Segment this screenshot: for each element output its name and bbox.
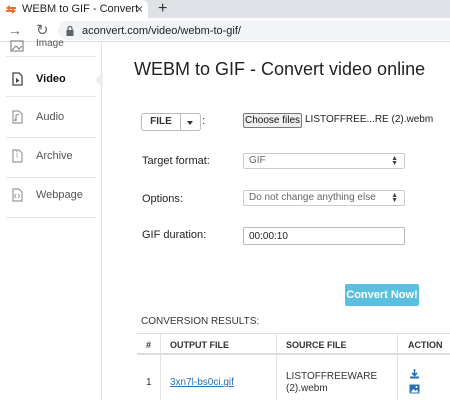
column-divider [397,333,398,400]
select-arrows-icon: ▲ ▼ [391,192,398,204]
select-arrows-icon: ▲ ▼ [391,155,398,167]
video-icon [12,72,23,86]
choose-files-button[interactable]: Choose files [243,113,302,128]
sidebar-item-label: Image [36,38,64,49]
col-header-num: # [146,340,152,350]
download-icon[interactable] [409,368,420,379]
target-format-select[interactable]: GIF ▲ ▼ [243,153,405,169]
browser-tab[interactable]: WEBM to GIF - Convert video online × [0,0,148,18]
col-header-action: ACTION [408,340,443,350]
sidebar-divider [6,56,96,57]
page-title: WEBM to GIF - Convert video online [134,59,426,79]
lock-icon [66,25,74,36]
source-file-line2: (2).webm [286,383,328,394]
gif-duration-label: GIF duration: [142,229,207,241]
reload-icon[interactable]: ↻ [36,21,49,39]
file-source-dropdown-caret[interactable] [181,113,201,131]
column-divider [160,333,161,400]
output-file-link[interactable]: 3xn7l-bs0ci.gif [170,377,234,388]
sidebar: Image Video Audio Archive Webpage [0,38,103,400]
url-field[interactable]: aconvert.com/video/webm-to-gif/ [58,21,450,40]
gif-duration-input[interactable] [243,227,405,245]
tab-close-icon[interactable]: × [136,2,143,16]
sidebar-item-archive[interactable]: Archive [0,143,102,171]
col-header-output: OUTPUT FILE [170,340,229,350]
sidebar-item-label: Video [36,73,66,85]
aconvert-favicon-icon [6,4,16,14]
url-text: aconvert.com/video/webm-to-gif/ [82,24,241,37]
column-divider [276,333,277,400]
sidebar-divider [6,96,96,97]
sidebar-item-video[interactable]: Video [0,66,102,94]
sidebar-divider [6,217,96,218]
options-label: Options: [142,193,183,205]
col-header-source: SOURCE FILE [286,340,347,350]
image-preview-icon[interactable] [409,384,420,394]
options-value: Do not change anything else [249,192,376,203]
options-select[interactable]: Do not change anything else ▲ ▼ [243,190,405,206]
results-table-header: # OUTPUT FILE SOURCE FILE ACTION [137,333,450,355]
audio-icon [12,110,23,124]
file-colon: : [202,115,206,127]
convert-now-button[interactable]: Convert Now! [345,284,419,306]
sidebar-divider [6,137,96,138]
new-tab-button[interactable]: + [158,0,167,17]
sidebar-divider [6,177,96,178]
target-format-value: GIF [249,155,266,166]
sidebar-item-webpage[interactable]: Webpage [0,182,102,210]
sidebar-item-label: Audio [36,111,65,123]
row-number: 1 [146,377,152,388]
results-title: CONVERSION RESULTS: [141,316,260,327]
active-indicator [95,71,103,89]
sidebar-item-image[interactable]: Image [0,38,102,54]
chosen-file-name: LISTOFFREE...RE (2).webm [305,114,434,125]
target-format-label: Target format: [142,155,210,167]
sidebar-item-label: Webpage [36,189,83,201]
source-file-line1: LISTOFFREEWARE [286,371,378,382]
tab-title: WEBM to GIF - Convert video online [22,3,140,15]
image-icon [10,40,24,52]
forward-arrow-icon[interactable]: → [8,22,22,38]
archive-icon [12,149,23,163]
sidebar-item-label: Archive [36,150,73,162]
webpage-icon [12,188,23,202]
sidebar-item-audio[interactable]: Audio [0,104,102,132]
file-source-button[interactable]: FILE [141,113,181,131]
browser-tab-bar: WEBM to GIF - Convert video online × + [0,0,450,18]
